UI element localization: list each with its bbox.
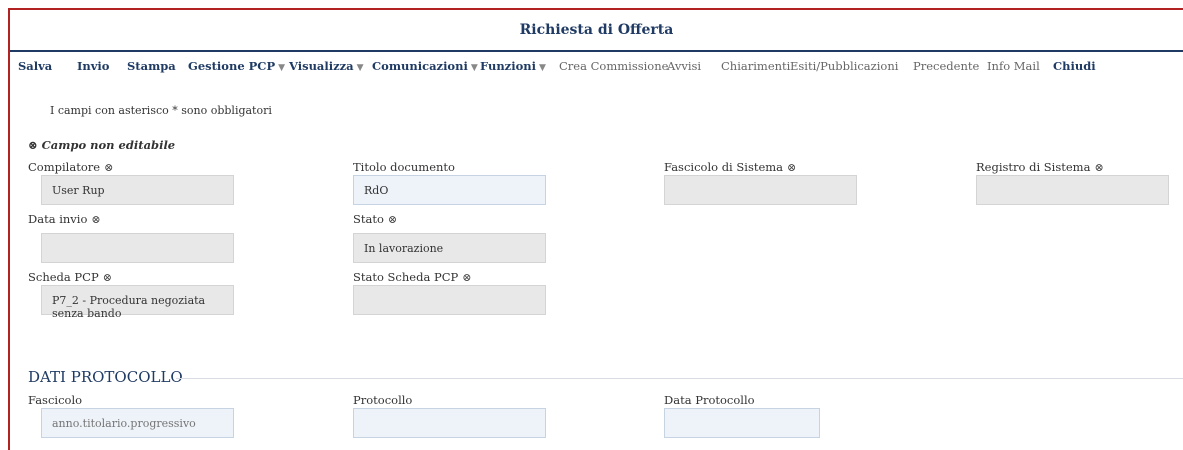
scheda-pcp-field[interactable]: P7_2 - Procedura negoziata senza bando — [41, 285, 234, 320]
scheda-pcp-label-text: Scheda PCP — [28, 270, 99, 284]
data-invio-label-text: Data invio — [28, 212, 88, 226]
stato-label-text: Stato — [353, 212, 384, 226]
compilatore-label: Compilatore ⊗ — [28, 160, 113, 174]
info-mail-button[interactable]: Info Mail — [987, 59, 1040, 73]
stato-scheda-pcp-label-text: Stato Scheda PCP — [353, 270, 459, 284]
chevron-down-icon: ▼ — [538, 63, 546, 73]
esiti-pubblicazioni-button[interactable]: Esiti/Pubblicazioni — [790, 59, 898, 73]
lock-circle-icon: ⊗ — [787, 161, 797, 174]
compilatore-label-text: Compilatore — [28, 160, 101, 174]
crea-commissione-button[interactable]: Crea Commissione — [559, 59, 668, 73]
gestione-pcp-label: Gestione PCP — [188, 59, 276, 73]
scheda-pcp-label: Scheda PCP ⊗ — [28, 270, 112, 284]
chevron-down-icon: ▼ — [470, 63, 478, 73]
protocollo-label: Protocollo — [353, 393, 413, 407]
chevron-down-icon: ▼ — [278, 63, 286, 73]
lock-circle-icon: ⊗ — [1094, 161, 1104, 174]
document-window: Richiesta di Offerta Salva Invio Stampa … — [8, 8, 1183, 450]
data-invio-label: Data invio ⊗ — [28, 212, 101, 226]
visualizza-menu[interactable]: Visualizza ▼ — [289, 59, 364, 73]
compilatore-field[interactable]: User Rup — [41, 175, 234, 205]
lock-circle-icon: ⊗ — [91, 213, 101, 226]
lock-circle-icon: ⊗ — [387, 213, 398, 226]
protocollo-input[interactable] — [353, 408, 546, 438]
lock-circle-icon: ⊗ — [104, 161, 114, 174]
comunicazioni-label: Comunicazioni — [372, 59, 468, 73]
data-protocollo-label: Data Protocollo — [664, 393, 755, 407]
send-button[interactable]: Invio — [77, 59, 109, 73]
stato-field[interactable]: In lavorazione — [353, 233, 546, 263]
fascicolo-sistema-label-text: Fascicolo di Sistema — [664, 160, 784, 174]
section-divider — [176, 378, 1183, 379]
non-editable-legend: ⊗ Campo non editabile — [28, 138, 175, 152]
data-invio-field[interactable] — [41, 233, 234, 263]
avvisi-button[interactable]: Avvisi — [667, 59, 701, 73]
required-fields-note: I campi con asterisco * sono obbligatori — [50, 104, 272, 117]
fascicolo-label: Fascicolo — [28, 393, 83, 407]
stato-scheda-pcp-field[interactable] — [353, 285, 546, 315]
lock-circle-icon: ⊗ — [462, 271, 472, 284]
lock-circle-icon: ⊗ — [28, 138, 38, 152]
page-title: Richiesta di Offerta — [10, 10, 1183, 52]
print-button[interactable]: Stampa — [127, 59, 176, 73]
visualizza-label: Visualizza — [289, 59, 354, 73]
titolo-documento-label: Titolo documento — [353, 160, 455, 174]
stato-label: Stato ⊗ — [353, 212, 397, 226]
fascicolo-input[interactable] — [41, 408, 234, 438]
close-button[interactable]: Chiudi — [1053, 59, 1096, 73]
section-heading-protocollo: DATI PROTOCOLLO — [28, 368, 183, 386]
fascicolo-sistema-field[interactable] — [664, 175, 857, 205]
chiarimenti-button[interactable]: Chiarimenti — [721, 59, 790, 73]
chevron-down-icon: ▼ — [356, 63, 364, 73]
funzioni-label: Funzioni — [480, 59, 536, 73]
registro-sistema-label-text: Registro di Sistema — [976, 160, 1091, 174]
gestione-pcp-menu[interactable]: Gestione PCP ▼ — [188, 59, 285, 73]
registro-sistema-field[interactable] — [976, 175, 1169, 205]
data-protocollo-input[interactable] — [664, 408, 820, 438]
stato-scheda-pcp-label: Stato Scheda PCP ⊗ — [353, 270, 471, 284]
titolo-documento-input[interactable]: RdO — [353, 175, 546, 205]
lock-circle-icon: ⊗ — [102, 271, 112, 284]
fascicolo-sistema-label: Fascicolo di Sistema ⊗ — [664, 160, 796, 174]
save-button[interactable]: Salva — [18, 59, 52, 73]
funzioni-menu[interactable]: Funzioni ▼ — [480, 59, 546, 73]
registro-sistema-label: Registro di Sistema ⊗ — [976, 160, 1104, 174]
comunicazioni-menu[interactable]: Comunicazioni ▼ — [372, 59, 478, 73]
non-editable-label: Campo non editabile — [41, 138, 176, 152]
precedente-button[interactable]: Precedente — [913, 59, 979, 73]
